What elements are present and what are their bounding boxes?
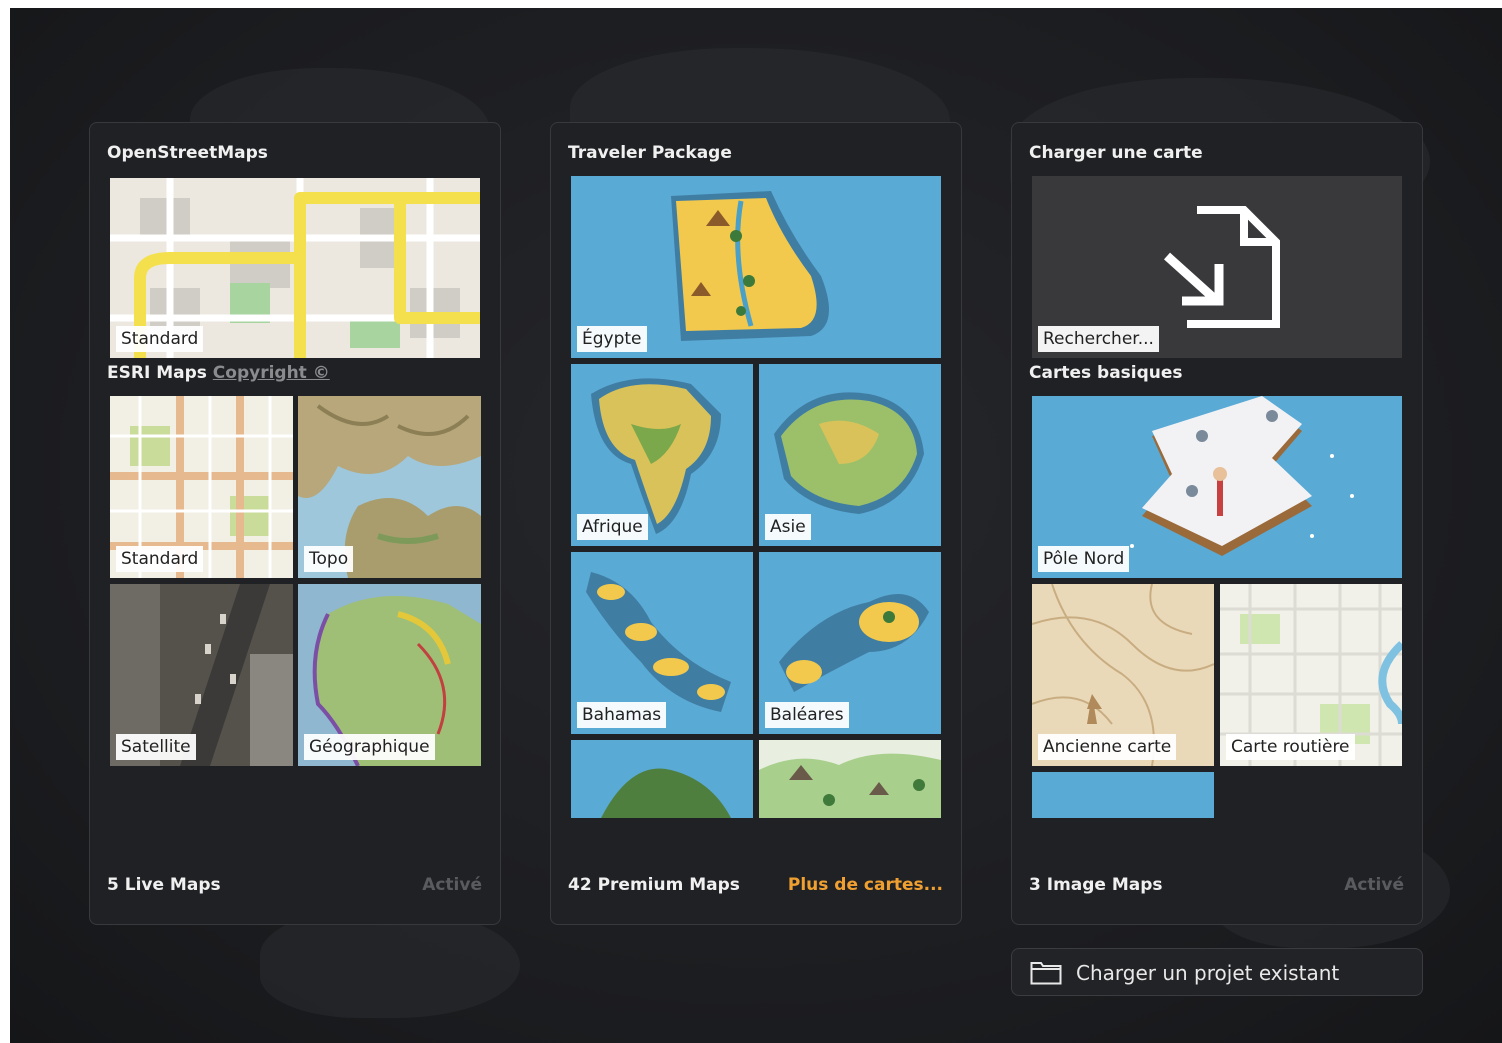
map-chooser-screen: OpenStreetMaps Standard ESRI Maps Copyri… [10, 8, 1502, 1043]
tile-label: Pôle Nord [1038, 546, 1130, 572]
tile-label: Ancienne carte [1038, 734, 1177, 760]
panel-traveler-package: Traveler Package Égypte Afrique Asie Bah… [550, 122, 962, 925]
tile-basic-more[interactable] [1032, 772, 1214, 818]
tile-old-map[interactable]: Ancienne carte [1032, 584, 1214, 766]
live-maps-count: 5 Live Maps [107, 875, 221, 895]
tile-africa[interactable]: Afrique [571, 364, 753, 546]
partial-map-thumbnail [571, 740, 753, 818]
panel-load-map: Charger une carte Rechercher... Cartes b… [1011, 122, 1423, 925]
esri-copyright-link[interactable]: Copyright © [213, 363, 330, 383]
more-maps-link[interactable]: Plus de cartes... [788, 875, 943, 895]
tile-label: Égypte [577, 326, 647, 352]
load-existing-project-button[interactable]: Charger un projet existant [1011, 948, 1423, 996]
tile-label: Standard [116, 546, 204, 572]
tile-esri-standard[interactable]: Standard [110, 396, 293, 578]
esri-section-heading: ESRI Maps Copyright © [107, 363, 330, 383]
tile-label: Rechercher... [1038, 326, 1159, 352]
panel-live-maps: OpenStreetMaps Standard ESRI Maps Copyri… [89, 122, 501, 925]
browse-file-tile[interactable]: Rechercher... [1032, 176, 1402, 358]
tile-label: Carte routière [1226, 734, 1355, 760]
image-maps-status: Activé [1344, 875, 1404, 895]
tile-label: Topo [304, 546, 354, 572]
tile-label: Satellite [116, 734, 196, 760]
esri-title: ESRI Maps [107, 363, 207, 383]
panel-title-load: Charger une carte [1029, 143, 1203, 163]
tile-label: Géographique [304, 734, 435, 760]
live-maps-status: Activé [422, 875, 482, 895]
panel-title-traveler: Traveler Package [568, 143, 732, 163]
tile-baleares[interactable]: Baléares [759, 552, 941, 734]
tile-label: Afrique [577, 514, 648, 540]
partial-map-thumbnail [759, 740, 941, 818]
tile-traveler-more-2[interactable] [759, 740, 941, 818]
tile-label: Baléares [765, 702, 849, 728]
tile-asia[interactable]: Asie [759, 364, 941, 546]
image-maps-count: 3 Image Maps [1029, 875, 1163, 895]
tile-esri-geographic[interactable]: Géographique [298, 584, 481, 766]
tile-label: Standard [116, 326, 204, 352]
basic-maps-heading: Cartes basiques [1029, 363, 1183, 383]
folder-icon [1030, 962, 1062, 985]
tile-traveler-more-1[interactable] [571, 740, 753, 818]
panel-title-osm: OpenStreetMaps [107, 143, 268, 163]
tile-label: Bahamas [577, 702, 667, 728]
tile-bahamas[interactable]: Bahamas [571, 552, 753, 734]
load-project-label: Charger un projet existant [1076, 961, 1340, 985]
tile-egypt[interactable]: Égypte [571, 176, 941, 358]
tile-north-pole[interactable]: Pôle Nord [1032, 396, 1402, 578]
tile-esri-satellite[interactable]: Satellite [110, 584, 293, 766]
premium-maps-count: 42 Premium Maps [568, 875, 740, 895]
tile-osm-standard[interactable]: Standard [110, 178, 480, 358]
tile-esri-topo[interactable]: Topo [298, 396, 481, 578]
tile-road-map[interactable]: Carte routière [1220, 584, 1402, 766]
tile-label: Asie [765, 514, 811, 540]
